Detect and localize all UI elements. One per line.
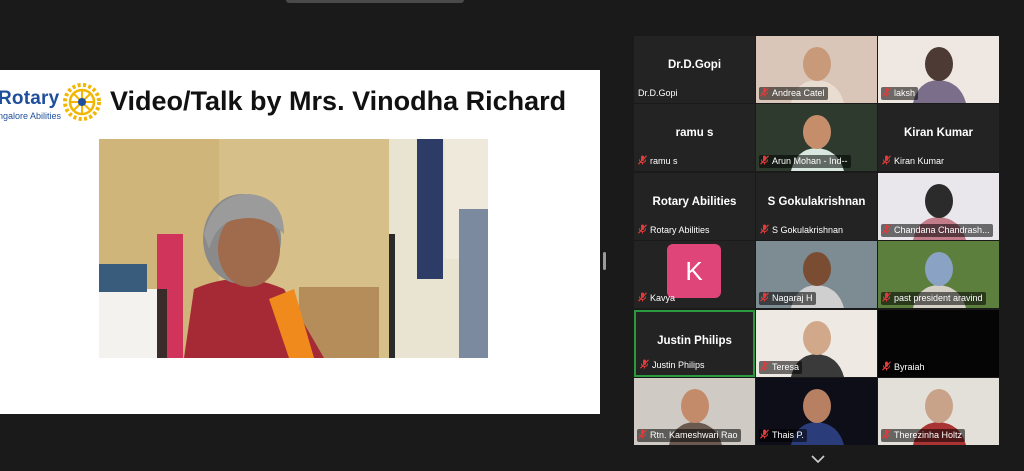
participant-name-text: Chandana Chandrash...: [894, 225, 990, 235]
participant-avatar: K: [667, 244, 721, 298]
participant-name-text: Nagaraj H: [772, 293, 813, 303]
participant-tile[interactable]: Arun Mohan - Ind--: [756, 104, 877, 171]
mic-muted-icon: [638, 155, 647, 165]
mic-muted-icon: [882, 361, 891, 371]
participant-name-label: Rotary Abilities: [637, 224, 713, 237]
participant-name-label: Chandana Chandrash...: [881, 224, 993, 237]
embedded-video-frame[interactable]: [99, 139, 488, 358]
chevron-down-icon[interactable]: [811, 454, 825, 464]
video-still-image: [99, 139, 488, 358]
participant-name-label: Rtn. Kameshwari Rao: [637, 429, 741, 442]
participant-tile[interactable]: K Kavya: [634, 241, 755, 308]
participant-name-label: Byraiah: [881, 361, 928, 374]
participant-tile[interactable]: Thais P.: [756, 378, 877, 445]
participant-tile[interactable]: ramu s ramu s: [634, 104, 755, 171]
participant-name-label: laksh: [881, 87, 919, 100]
participant-name-text: laksh: [894, 88, 916, 98]
participant-name-label: Therezinha Holtz: [881, 429, 966, 442]
participant-name-label: Thais P.: [759, 429, 807, 442]
mic-muted-icon: [882, 87, 891, 97]
participant-name-text: Andrea Catel: [772, 88, 825, 98]
top-toolbar-handle[interactable]: [286, 0, 464, 3]
participant-tile[interactable]: Justin Philips Justin Philips: [634, 310, 755, 377]
mic-muted-icon: [760, 429, 769, 439]
participant-name-label: Dr.D.Gopi: [637, 87, 681, 100]
mic-muted-icon: [640, 359, 649, 369]
participant-tile[interactable]: Rtn. Kameshwari Rao: [634, 378, 755, 445]
participant-tile[interactable]: Nagaraj H: [756, 241, 877, 308]
shared-screen: Rotary ngalore Abilities Video/Talk by M…: [0, 70, 600, 414]
participant-name-label: Justin Philips: [639, 359, 708, 372]
split-view-resize-handle[interactable]: [603, 252, 606, 270]
participant-name-label: Teresa: [759, 361, 803, 374]
mic-muted-icon: [638, 224, 647, 234]
participant-name-text: Kavya: [650, 293, 676, 303]
participant-name-text: Kiran Kumar: [894, 156, 945, 166]
participant-tile[interactable]: Byraiah: [878, 310, 999, 377]
participant-tile[interactable]: Rotary Abilities Rotary Abilities: [634, 173, 755, 240]
participant-name-label: Kiran Kumar: [881, 155, 947, 168]
slide-header: Rotary ngalore Abilities Video/Talk by M…: [0, 82, 600, 122]
participant-display-name: Justin Philips: [657, 335, 732, 347]
participant-name-text: S Gokulakrishnan: [772, 225, 844, 235]
participant-name-text: past president aravind: [894, 293, 983, 303]
participant-name-text: Dr.D.Gopi: [638, 88, 678, 98]
mic-muted-icon: [760, 361, 769, 371]
participant-display-name: Rotary Abilities: [652, 196, 737, 208]
mic-muted-icon: [760, 292, 769, 302]
mic-muted-icon: [882, 292, 891, 302]
participant-tile[interactable]: Andrea Catel: [756, 36, 877, 103]
participant-tile[interactable]: past president aravind: [878, 241, 999, 308]
participant-name-text: Byraiah: [894, 362, 925, 372]
participant-tile[interactable]: Dr.D.Gopi Dr.D.Gopi: [634, 36, 755, 103]
rotary-logo-subtext: ngalore Abilities: [0, 111, 62, 121]
participant-display-name: Dr.D.Gopi: [667, 59, 722, 71]
rotary-logo-text: Rotary: [0, 88, 60, 109]
participant-name-label: ramu s: [637, 155, 681, 168]
participant-name-label: past president aravind: [881, 292, 986, 305]
slide-title: Video/Talk by Mrs. Vinodha Richard: [110, 86, 567, 116]
rotary-wheel-icon: [63, 83, 101, 121]
participant-tile[interactable]: laksh: [878, 36, 999, 103]
participant-name-text: Justin Philips: [652, 360, 705, 370]
participant-name-text: Teresa: [772, 362, 800, 372]
participant-name-text: Therezinha Holtz: [894, 430, 963, 440]
participant-tile[interactable]: Teresa: [756, 310, 877, 377]
mic-muted-icon: [760, 155, 769, 165]
mic-muted-icon: [760, 224, 769, 234]
participant-name-text: Rtn. Kameshwari Rao: [650, 430, 738, 440]
mic-muted-icon: [760, 87, 769, 97]
participant-name-text: Arun Mohan - Ind--: [772, 156, 848, 166]
participant-name-text: Thais P.: [772, 430, 804, 440]
participant-name-label: Nagaraj H: [759, 292, 816, 305]
participant-tile[interactable]: Therezinha Holtz: [878, 378, 999, 445]
mic-muted-icon: [638, 429, 647, 439]
participant-display-name: S Gokulakrishnan: [767, 196, 866, 208]
participant-tile[interactable]: Kiran Kumar Kiran Kumar: [878, 104, 999, 171]
participant-display-name: ramu s: [675, 127, 714, 139]
mic-muted-icon: [638, 292, 647, 302]
participant-name-label: Andrea Catel: [759, 87, 828, 100]
participant-gallery: Dr.D.Gopi Dr.D.Gopi Andrea Catel laksh ramu …: [634, 36, 1000, 449]
participant-tile[interactable]: Chandana Chandrash...: [878, 173, 999, 240]
mic-muted-icon: [882, 155, 891, 165]
participant-tile[interactable]: S Gokulakrishnan S Gokulakrishnan: [756, 173, 877, 240]
participant-name-label: S Gokulakrishnan: [759, 224, 846, 237]
mic-muted-icon: [882, 224, 891, 234]
participant-name-label: Kavya: [637, 292, 678, 305]
participant-name-label: Arun Mohan - Ind--: [759, 155, 851, 168]
participant-name-text: ramu s: [650, 156, 678, 166]
participant-display-name: Kiran Kumar: [903, 127, 974, 139]
mic-muted-icon: [882, 429, 891, 439]
participant-name-text: Rotary Abilities: [650, 225, 710, 235]
